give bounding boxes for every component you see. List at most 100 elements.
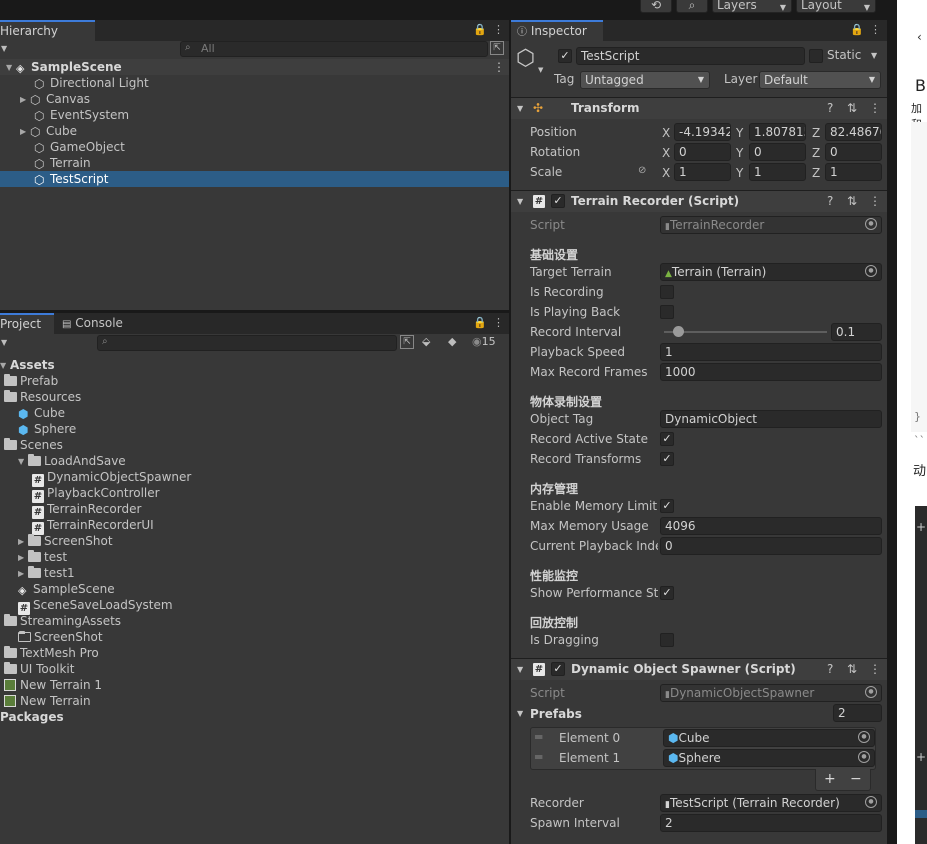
rotation-y-input[interactable]: 0 [749,143,806,161]
hierarchy-item[interactable]: ⬡ Directional Light [34,75,149,91]
project-tree-item[interactable]: Scenes [4,437,63,453]
scale-x-input[interactable]: 1 [674,163,731,181]
tab-project[interactable]: Project [0,313,54,334]
record-active-checkbox[interactable]: ✓ [660,432,674,446]
preset-icon[interactable]: ⇅ [847,98,857,119]
object-name-input[interactable]: TestScript [576,47,805,65]
chevron-down-icon[interactable]: ▼ [18,454,28,470]
search-button[interactable]: ⌕ [676,0,708,13]
project-tree-item[interactable]: # DynamicObjectSpawner [32,469,191,487]
filter-by-label-icon[interactable]: ◆ [448,335,456,348]
dynamic-spawner-header[interactable]: ▼ # ✓ Dynamic Object Spawner (Script) ? … [511,658,887,680]
project-tree-item[interactable]: ▶ test [18,549,67,565]
object-tag-input[interactable]: DynamicObject [660,410,882,428]
scene-row[interactable]: ▼ ◈ SampleScene ⋮ [0,59,509,75]
project-tree-item[interactable]: Prefab [4,373,58,389]
record-transforms-checkbox[interactable]: ✓ [660,452,674,466]
active-checkbox[interactable]: ✓ [558,49,572,63]
filter-icon[interactable]: ⇱ [490,41,504,55]
layers-dropdown[interactable]: Layers ▼ [712,0,792,13]
scale-y-input[interactable]: 1 [749,163,806,181]
project-tree-item[interactable]: ▶ test1 [18,565,75,581]
project-tree-item[interactable]: Resources [4,389,81,405]
current-playback-input[interactable]: 0 [660,537,882,555]
tab-console[interactable]: ▤ Console [62,313,142,334]
hierarchy-item[interactable]: ⬡ Terrain [34,155,91,171]
tab-inspector[interactable]: ⓘ Inspector [511,20,603,41]
chevron-right-icon[interactable]: ▶ [18,566,28,582]
position-x-input[interactable]: -4.19342 [674,123,731,141]
drag-handle-icon[interactable]: ═ [535,730,542,744]
lock-icon[interactable]: 🔒 [473,23,487,36]
history-button[interactable]: ⟲ [640,0,672,13]
project-tree-item[interactable]: ⬢ Cube [18,405,65,421]
object-picker-icon[interactable]: ● [858,731,870,743]
project-tree-item[interactable]: # TerrainRecorder [32,501,141,519]
max-record-frames-input[interactable]: 1000 [660,363,882,381]
project-tree-item[interactable]: New Terrain 1 [4,677,102,693]
remove-element-button[interactable]: − [850,771,862,787]
position-y-input[interactable]: 1.807815 [749,123,806,141]
object-picker-icon[interactable]: ● [865,796,877,808]
more-icon[interactable]: ⋮ [493,23,504,36]
rotation-z-input[interactable]: 0 [825,143,882,161]
hierarchy-item[interactable]: ⬡ EventSystem [34,107,129,123]
filter-by-type-icon[interactable]: ⬙ [422,335,430,348]
help-icon[interactable]: ? [827,98,833,119]
create-dropdown-icon[interactable]: ▼ [1,44,7,53]
tag-dropdown[interactable]: Untagged ▼ [580,71,710,89]
static-dropdown-icon[interactable]: ▼ [871,51,877,60]
search-by-type-icon[interactable]: ⇱ [400,335,414,349]
preset-icon[interactable]: ⇅ [847,191,857,212]
more-icon[interactable]: ⋮ [493,316,504,329]
hierarchy-item[interactable]: ▶ ⬡ Canvas [20,91,90,107]
rotation-x-input[interactable]: 0 [674,143,731,161]
project-tree-item[interactable]: ▶ ScreenShot [18,533,113,549]
position-z-input[interactable]: 82.48676 [825,123,882,141]
more-icon[interactable]: ⋮ [870,23,881,36]
max-memory-input[interactable]: 4096 [660,517,882,535]
is-dragging-checkbox[interactable] [660,633,674,647]
project-tree-item[interactable]: StreamingAssets [4,613,121,629]
hidden-packages-toggle[interactable]: ◉15 [472,335,496,348]
transform-header[interactable]: ▼ ✣ Transform ? ⇅ ⋮ [511,97,887,119]
recorder-field[interactable]: ▮TestScript (Terrain Recorder) ● [660,794,882,812]
project-tree-item[interactable]: ▼ Assets [0,357,55,373]
record-interval-slider-handle[interactable] [673,326,684,337]
terrain-recorder-header[interactable]: ▼ # ✓ Terrain Recorder (Script) ? ⇅ ⋮ [511,190,887,212]
target-terrain-field[interactable]: ▲Terrain (Terrain) ● [660,263,882,281]
scene-more-icon[interactable]: ⋮ [493,59,505,75]
drag-handle-icon[interactable]: ═ [535,750,542,764]
component-enabled-checkbox[interactable]: ✓ [551,194,565,208]
help-icon[interactable]: ? [827,659,833,680]
project-tree-item[interactable]: # SceneSaveLoadSystem [18,597,173,615]
lock-icon[interactable]: 🔒 [473,316,487,329]
record-interval-input[interactable]: 0.1 [831,323,882,341]
chevron-right-icon[interactable]: ▶ [18,550,28,566]
is-playing-back-checkbox[interactable] [660,305,674,319]
project-tree-item[interactable]: TextMesh Pro [4,645,99,661]
help-icon[interactable]: ? [827,191,833,212]
project-tree-item[interactable]: ▼ LoadAndSave [18,453,126,469]
hierarchy-item-selected[interactable]: ⬡ TestScript [0,171,509,187]
hierarchy-search-input[interactable]: ⌕ All [180,41,488,57]
hierarchy-item[interactable]: ▶ ⬡ Cube [20,123,77,139]
project-tree-item[interactable]: New Terrain [4,693,91,709]
link-scale-icon[interactable]: ⊘ [638,165,646,176]
chevron-down-icon[interactable]: ▼ [517,709,523,718]
show-perf-checkbox[interactable]: ✓ [660,586,674,600]
tab-hierarchy[interactable]: Hierarchy [0,20,95,41]
icon-dropdown-chevron-icon[interactable]: ▼ [538,66,543,74]
record-interval-slider-track[interactable] [664,331,827,333]
hierarchy-item[interactable]: ⬡ GameObject [34,139,125,155]
scale-z-input[interactable]: 1 [825,163,882,181]
project-tree-item[interactable]: UI Toolkit [4,661,74,677]
chevron-down-icon[interactable]: ▼ [0,358,10,374]
project-tree-item[interactable]: ⬢ Sphere [18,421,76,437]
layout-dropdown[interactable]: Layout ▼ [796,0,876,13]
element-0-field[interactable]: ⬢Cube ● [663,729,875,747]
add-element-button[interactable]: + [824,771,836,787]
create-dropdown-icon[interactable]: ▼ [1,338,7,347]
element-1-field[interactable]: ⬢Sphere ● [663,749,875,767]
more-icon[interactable]: ⋮ [869,191,881,212]
